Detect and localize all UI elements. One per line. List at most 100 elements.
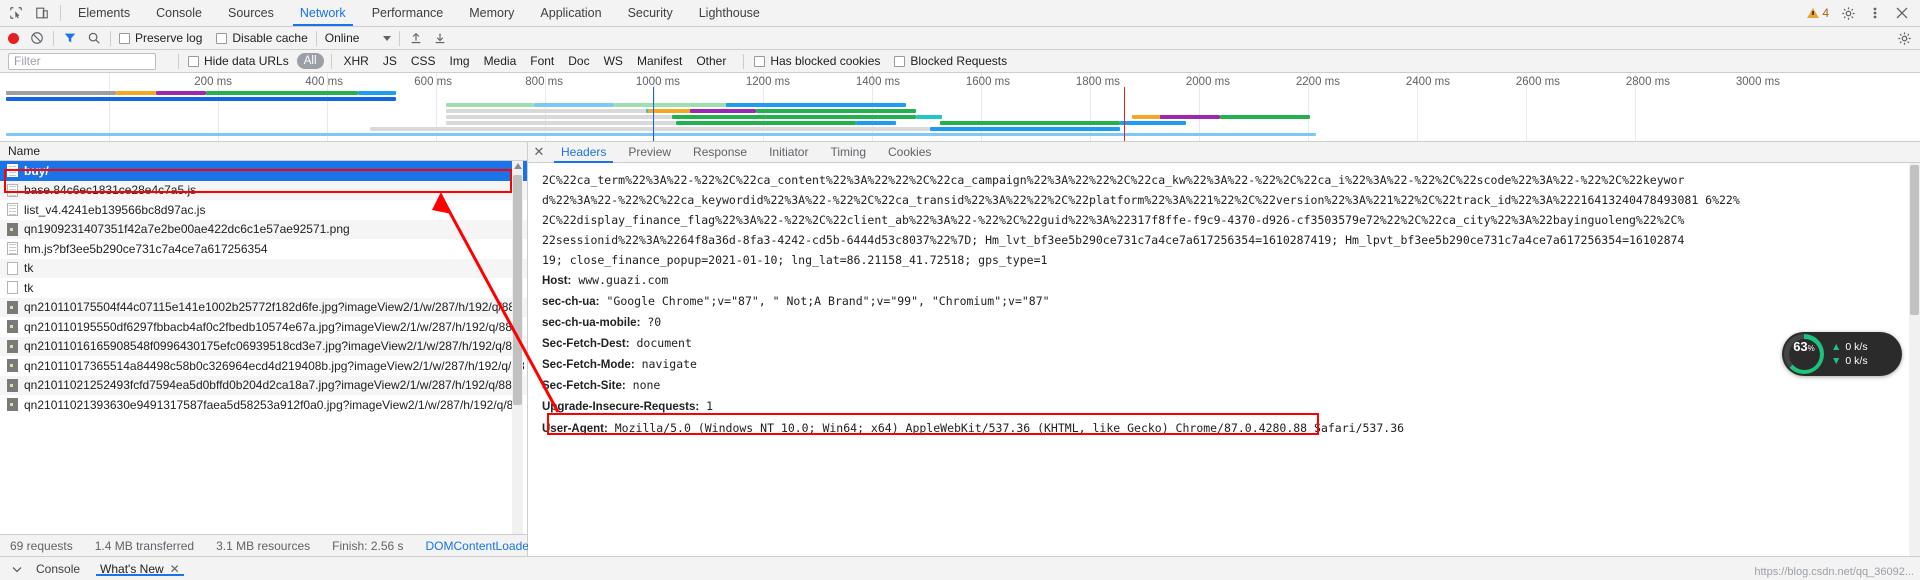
request-name: buy/ (24, 163, 49, 178)
disable-cache-checkbox[interactable]: Disable cache (216, 31, 308, 45)
details-tab-response[interactable]: Response (682, 142, 758, 163)
preserve-log-checkbox[interactable]: Preserve log (119, 31, 202, 45)
request-list-header[interactable]: Name (0, 142, 527, 161)
disable-cache-box (216, 32, 228, 44)
request-list-scrollbar-thumb[interactable] (513, 175, 522, 405)
filter-input[interactable]: Filter (8, 52, 156, 70)
import-har-icon[interactable] (408, 30, 424, 46)
tab-elements[interactable]: Elements (65, 0, 143, 26)
headers-content[interactable]: 2C%22ca_term%22%3A%22-%22%2C%22ca_conten… (528, 163, 1920, 556)
request-name: qn21011017365514a84498c58b0c326964ecd4d2… (24, 358, 525, 373)
header-name: User-Agent: (542, 423, 608, 435)
tab-application[interactable]: Application (527, 0, 614, 26)
warning-count-label: 4 (1822, 6, 1829, 20)
filter-type-doc[interactable]: Doc (561, 54, 596, 68)
drawer-tab-whats-new-label: What's New (100, 561, 164, 576)
table-row[interactable]: qn1909231407351f42a7e2be00ae422dc6c1e57a… (0, 219, 527, 239)
clear-icon[interactable] (29, 30, 45, 46)
timeline-tick-1: 400 ms (305, 76, 343, 88)
tab-memory[interactable]: Memory (456, 0, 527, 26)
table-row[interactable]: base.84c6ec1831ce28e4c7a5.js (0, 180, 527, 200)
tab-lighthouse[interactable]: Lighthouse (686, 0, 773, 26)
scroll-up-arrow-icon[interactable] (514, 163, 522, 169)
table-row[interactable]: qn210110195550df6297fbbacb4af0c2fbedb105… (0, 317, 527, 337)
request-rows[interactable]: buy/ base.84c6ec1831ce28e4c7a5.js list_v… (0, 161, 527, 534)
close-devtools-icon[interactable] (1894, 5, 1910, 21)
details-tab-timing[interactable]: Timing (819, 142, 877, 163)
hide-data-urls-checkbox[interactable]: Hide data URLs (188, 54, 289, 68)
filter-type-ws[interactable]: WS (597, 54, 630, 68)
table-row[interactable]: qn21011021252493fcfd7594ea5d0bffd0b204d2… (0, 375, 527, 395)
close-icon[interactable]: ✕ (170, 562, 180, 576)
request-name: base.84c6ec1831ce28e4c7a5.js (24, 183, 197, 198)
request-list-scrollbar[interactable] (512, 161, 523, 534)
tab-security[interactable]: Security (615, 0, 686, 26)
table-row[interactable]: qn21011017365514a84498c58b0c326964ecd4d2… (0, 356, 527, 376)
image-file-icon (7, 398, 18, 412)
cpu-gauge: 63% (1784, 334, 1824, 374)
network-settings-icon[interactable] (1896, 30, 1912, 46)
drawer-more-icon[interactable] (8, 564, 26, 574)
device-toolbar-icon[interactable] (34, 5, 50, 21)
filter-placeholder: Filter (14, 54, 41, 68)
tab-network[interactable]: Network (287, 0, 359, 26)
status-finish: Finish: 2.56 s (332, 538, 404, 553)
filter-type-css-label: CSS (410, 54, 436, 68)
inspect-element-icon[interactable] (8, 5, 24, 21)
export-har-icon[interactable] (432, 30, 448, 46)
request-name: qn210110195550df6297fbbacb4af0c2fbedb105… (24, 319, 512, 334)
network-rates: ▲ 0 k/s ▼ 0 k/s (1831, 340, 1868, 368)
details-scrollbar[interactable] (1909, 163, 1920, 556)
performance-monitor-widget[interactable]: 63% ▲ 0 k/s ▼ 0 k/s (1782, 332, 1902, 376)
status-transferred: 1.4 MB transferred (94, 538, 195, 553)
table-row[interactable]: hm.js?bf3ee5b290ce731c7a4ce7a617256354 (0, 239, 527, 259)
table-row[interactable]: buy/ (0, 161, 527, 181)
warning-indicator[interactable]: 4 (1807, 6, 1829, 20)
close-details-icon[interactable]: ✕ (528, 144, 550, 160)
filter-icon[interactable] (62, 30, 78, 46)
table-row[interactable]: tk (0, 258, 527, 278)
filter-type-manifest[interactable]: Manifest (630, 54, 689, 68)
drawer-tab-whats-new[interactable]: What's New ✕ (90, 562, 190, 576)
generic-file-icon (7, 261, 18, 275)
tab-sources[interactable]: Sources (215, 0, 287, 26)
table-row[interactable]: list_v4.4241eb139566bc8d97ac.js (0, 200, 527, 220)
throttling-dropdown[interactable]: Online (325, 31, 392, 45)
details-tab-headers-label: Headers (561, 145, 607, 159)
network-overview-timeline[interactable]: 200 ms 400 ms 600 ms 800 ms 1000 ms 1200… (0, 73, 1920, 142)
details-tab-preview[interactable]: Preview (617, 142, 682, 163)
details-tab-timing-label: Timing (830, 145, 867, 159)
filter-type-css[interactable]: CSS (404, 54, 443, 68)
filter-type-media[interactable]: Media (477, 54, 524, 68)
filter-type-other[interactable]: Other (689, 54, 733, 68)
tab-console[interactable]: Console (143, 0, 215, 26)
details-scrollbar-thumb[interactable] (1910, 165, 1919, 315)
download-rate-value: 0 k/s (1845, 355, 1868, 367)
table-row[interactable]: qn210110175504f44c07115e141e1002b25772f1… (0, 297, 527, 317)
filter-type-js[interactable]: JS (376, 54, 404, 68)
more-options-icon[interactable] (1867, 5, 1883, 21)
has-blocked-cookies-checkbox[interactable]: Has blocked cookies (754, 54, 880, 68)
filter-type-xhr[interactable]: XHR (337, 54, 376, 68)
table-row[interactable]: tk (0, 278, 527, 298)
header-name: sec-ch-ua-mobile: (542, 317, 641, 329)
record-button[interactable] (8, 32, 19, 44)
drawer-tab-console[interactable]: Console (26, 562, 90, 576)
filter-type-img[interactable]: Img (443, 54, 477, 68)
tab-performance[interactable]: Performance (359, 0, 457, 26)
hide-data-urls-box (188, 55, 199, 67)
table-row[interactable]: qn21011021393630e9491317587faea5d58253a9… (0, 395, 527, 415)
filter-type-all[interactable]: All (296, 53, 324, 69)
blocked-requests-checkbox[interactable]: Blocked Requests (894, 54, 1007, 68)
filter-type-font[interactable]: Font (523, 54, 561, 68)
details-tab-cookies[interactable]: Cookies (877, 142, 942, 163)
header-line: 19; close_finance_popup=2021-01-10; lng_… (542, 250, 1920, 270)
table-row[interactable]: qn21011016165908548f0996430175efc0693951… (0, 336, 527, 356)
details-tab-initiator[interactable]: Initiator (758, 142, 819, 163)
gear-icon[interactable] (1840, 5, 1856, 21)
filter-type-doc-label: Doc (568, 54, 590, 68)
filter-divider-1 (178, 53, 179, 69)
upload-rate-row: ▲ 0 k/s (1831, 340, 1868, 354)
details-tab-headers[interactable]: Headers (550, 142, 617, 163)
search-icon[interactable] (86, 30, 102, 46)
